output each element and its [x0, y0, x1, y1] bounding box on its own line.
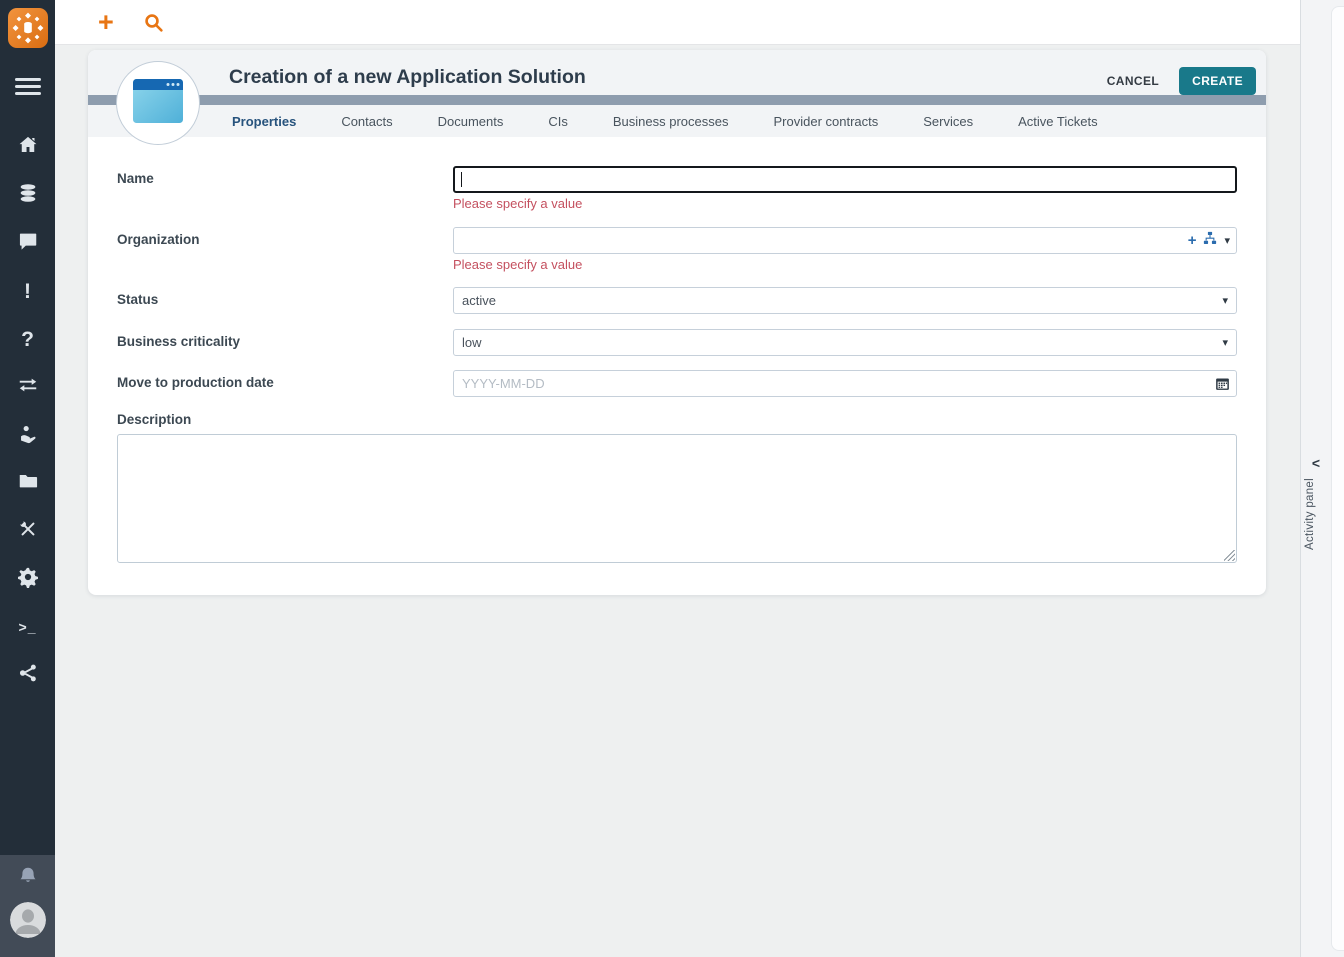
terminal-icon: >_	[19, 620, 37, 634]
topbar: +	[55, 0, 1300, 45]
business-criticality-value: low	[462, 335, 482, 350]
chevron-left-icon[interactable]: <	[1301, 455, 1331, 471]
user-avatar[interactable]	[10, 902, 46, 938]
tab-bar: Properties Contacts Documents CIs Busine…	[88, 105, 1266, 137]
sidebar: ! ? >_	[0, 0, 55, 957]
sidebar-item-help[interactable]: ?	[0, 315, 55, 363]
tab-documents[interactable]: Documents	[438, 114, 504, 129]
header-actions: CANCEL CREATE	[1101, 67, 1256, 95]
card-header: Creation of a new Application Solution C…	[88, 50, 1266, 137]
move-to-production-date-label: Move to production date	[117, 370, 453, 397]
header-ribbon	[88, 95, 1266, 105]
tab-contacts[interactable]: Contacts	[341, 114, 392, 129]
sidebar-item-data[interactable]	[0, 171, 55, 219]
sidebar-item-alerts[interactable]: !	[0, 267, 55, 315]
field-row-business-criticality: Business criticality low ▾	[117, 329, 1237, 356]
sidebar-item-home[interactable]	[0, 123, 55, 171]
tab-properties[interactable]: Properties	[232, 114, 296, 129]
exclamation-icon: !	[24, 281, 31, 302]
transfer-arrows-icon	[17, 374, 39, 401]
resize-handle[interactable]	[1224, 550, 1235, 561]
sidebar-bottom	[0, 855, 55, 957]
add-organization-icon[interactable]: +	[1188, 233, 1197, 248]
properties-form: Name Please specify a value Organization…	[88, 137, 1266, 563]
page-title: Creation of a new Application Solution	[229, 66, 586, 89]
creation-form-card: Creation of a new Application Solution C…	[88, 50, 1266, 595]
text-cursor	[461, 172, 462, 187]
chat-icon	[17, 230, 39, 257]
new-object-plus-icon[interactable]: +	[98, 9, 114, 36]
name-label: Name	[117, 166, 453, 212]
create-button[interactable]: CREATE	[1179, 67, 1256, 95]
tab-cis[interactable]: CIs	[548, 114, 568, 129]
business-criticality-label: Business criticality	[117, 329, 453, 356]
tab-services[interactable]: Services	[923, 114, 973, 129]
tools-icon	[17, 518, 39, 545]
folder-icon	[17, 470, 39, 497]
cancel-button[interactable]: CANCEL	[1101, 68, 1165, 94]
status-label: Status	[117, 287, 453, 314]
description-textarea[interactable]	[117, 434, 1237, 563]
sidebar-item-share[interactable]	[0, 651, 55, 699]
status-select[interactable]: active ▾	[453, 287, 1237, 314]
field-row-organization: Organization + ▾ Please specify a value	[117, 227, 1237, 273]
sidebar-item-documents[interactable]	[0, 459, 55, 507]
application-window-icon	[132, 78, 184, 129]
sidebar-item-transfer[interactable]	[0, 363, 55, 411]
chevron-down-icon: ▾	[1222, 336, 1228, 349]
calendar-icon[interactable]	[1215, 376, 1230, 391]
tab-business-processes[interactable]: Business processes	[613, 114, 729, 129]
field-row-move-to-production-date: Move to production date	[117, 370, 1237, 397]
tab-active-tickets[interactable]: Active Tickets	[1018, 114, 1097, 129]
activity-panel-collapsed: < Activity panel	[1300, 0, 1344, 957]
sidebar-item-services[interactable]	[0, 411, 55, 459]
menu-icon[interactable]	[15, 78, 41, 95]
sidebar-item-admin-tools[interactable]	[0, 507, 55, 555]
tab-provider-contracts[interactable]: Provider contracts	[774, 114, 879, 129]
description-label: Description	[117, 412, 1237, 427]
home-icon	[17, 134, 39, 161]
notifications-bell-icon[interactable]	[16, 865, 40, 889]
move-to-production-date-input[interactable]	[453, 370, 1237, 397]
object-class-medallion	[116, 61, 200, 145]
database-icon	[17, 182, 39, 209]
chevron-down-icon: ▾	[1222, 294, 1228, 307]
sidebar-item-messages[interactable]	[0, 219, 55, 267]
status-value: active	[462, 293, 496, 308]
sidebar-item-settings[interactable]	[0, 555, 55, 603]
organization-input[interactable]: + ▾	[453, 227, 1237, 254]
activity-panel-label[interactable]: Activity panel	[1304, 478, 1316, 550]
hand-holding-icon	[17, 422, 39, 449]
search-icon[interactable]	[143, 12, 164, 33]
name-error-message: Please specify a value	[453, 196, 1237, 212]
chevron-down-icon[interactable]: ▾	[1224, 234, 1230, 247]
field-row-name: Name Please specify a value	[117, 166, 1237, 212]
sidebar-nav: ! ? >_	[0, 123, 55, 699]
app-logo-icon[interactable]	[8, 8, 48, 48]
organization-label: Organization	[117, 227, 453, 273]
organization-error-message: Please specify a value	[453, 257, 1237, 273]
sidebar-item-console[interactable]: >_	[0, 603, 55, 651]
question-icon: ?	[21, 329, 34, 350]
name-input[interactable]	[453, 166, 1237, 193]
gear-icon	[17, 566, 39, 593]
share-icon	[17, 662, 39, 689]
business-criticality-select[interactable]: low ▾	[453, 329, 1237, 356]
field-row-status: Status active ▾	[117, 287, 1237, 314]
hierarchy-sitemap-icon[interactable]	[1203, 231, 1217, 250]
activity-panel-edge	[1331, 6, 1344, 951]
